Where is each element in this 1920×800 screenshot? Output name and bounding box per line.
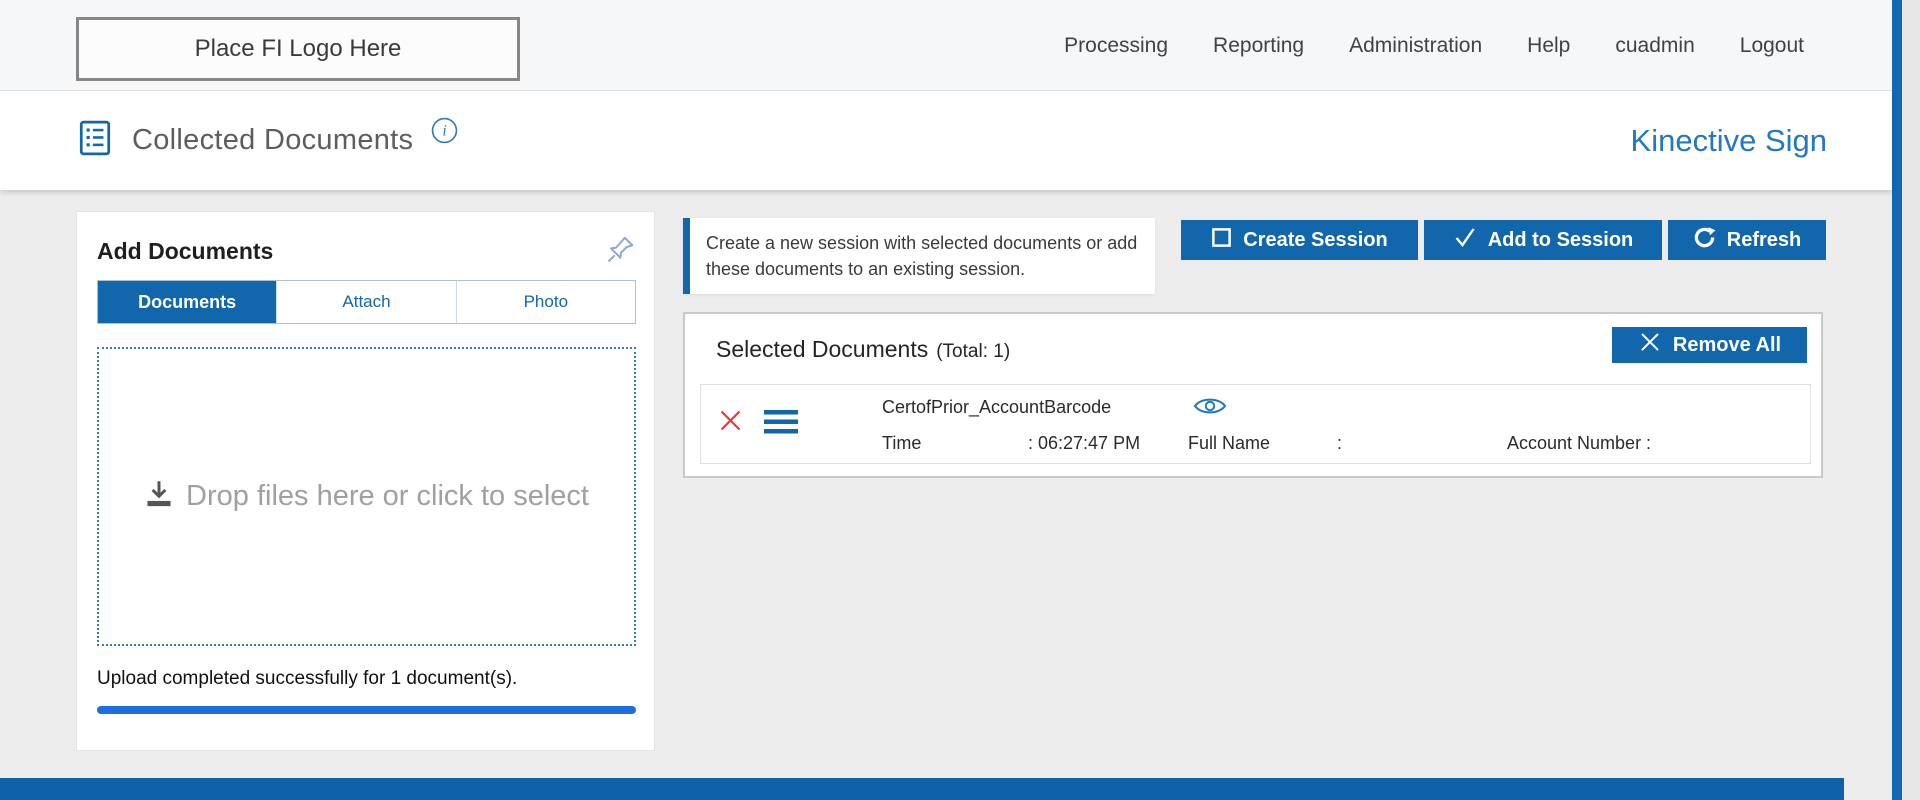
top-bar: Place FI Logo Here Processing Reporting … [0, 0, 1892, 91]
pin-icon[interactable] [606, 234, 636, 269]
selected-documents-total: (Total: 1) [936, 341, 1010, 363]
create-session-label: Create Session [1243, 229, 1388, 252]
account-number-label: Account Number : [1507, 433, 1651, 454]
collected-documents-icon [76, 119, 114, 162]
remove-all-label: Remove All [1673, 334, 1781, 357]
nav-reporting[interactable]: Reporting [1213, 34, 1304, 58]
download-icon [144, 479, 174, 514]
nav-logout[interactable]: Logout [1740, 34, 1804, 58]
page-title-group: Collected Documents i [76, 91, 458, 190]
nav-processing[interactable]: Processing [1064, 34, 1168, 58]
main-content: Add Documents Documents Attach Photo [0, 190, 1892, 800]
svg-text:i: i [443, 122, 447, 139]
document-row: CertofPrior_AccountBarcode Time : 06:27:… [700, 384, 1811, 464]
fi-logo-text: Place FI Logo Here [195, 35, 402, 63]
tab-photo[interactable]: Photo [456, 281, 635, 323]
refresh-icon [1693, 226, 1716, 255]
vertical-scrollbar[interactable] [1892, 0, 1902, 800]
nav-help[interactable]: Help [1527, 34, 1570, 58]
nav-user-cuadmin[interactable]: cuadmin [1615, 34, 1694, 58]
page-title: Collected Documents [132, 124, 413, 157]
file-dropzone[interactable]: Drop files here or click to select [97, 347, 636, 646]
add-to-session-label: Add to Session [1488, 229, 1634, 252]
dropzone-text: Drop files here or click to select [186, 480, 589, 513]
tab-documents[interactable]: Documents [98, 281, 276, 323]
time-value: : 06:27:47 PM [1028, 433, 1140, 454]
x-icon [1638, 330, 1662, 360]
add-to-session-button[interactable]: Add to Session [1424, 220, 1662, 260]
top-nav: Processing Reporting Administration Help… [1064, 0, 1804, 91]
square-icon [1211, 227, 1232, 254]
add-documents-tabs: Documents Attach Photo [97, 280, 636, 324]
nav-administration[interactable]: Administration [1349, 34, 1482, 58]
brand-kinective-sign: Kinective Sign [1631, 91, 1827, 190]
session-note-text: Create a new session with selected docum… [706, 233, 1137, 279]
session-note: Create a new session with selected docum… [683, 218, 1155, 294]
create-session-button[interactable]: Create Session [1181, 220, 1418, 260]
footer-bar [0, 778, 1844, 800]
add-documents-title: Add Documents [97, 238, 273, 265]
upload-status-text: Upload completed successfully for 1 docu… [97, 668, 517, 690]
fi-logo-placeholder: Place FI Logo Here [76, 17, 520, 81]
delete-document-icon[interactable] [717, 407, 744, 439]
upload-progress-bar [97, 706, 636, 714]
tab-attach[interactable]: Attach [276, 281, 455, 323]
selected-documents-panel: Selected Documents (Total: 1) Remove All [683, 312, 1823, 478]
selected-documents-header: Selected Documents (Total: 1) [716, 336, 1010, 363]
refresh-label: Refresh [1727, 229, 1801, 252]
app-window: Place FI Logo Here Processing Reporting … [0, 0, 1892, 800]
info-icon[interactable]: i [431, 117, 458, 149]
add-documents-card: Add Documents Documents Attach Photo [76, 211, 655, 751]
refresh-button[interactable]: Refresh [1668, 220, 1826, 260]
selected-documents-title: Selected Documents [716, 336, 928, 363]
full-name-value: : [1337, 433, 1342, 454]
preview-eye-icon[interactable] [1193, 395, 1227, 422]
document-name: CertofPrior_AccountBarcode [882, 397, 1111, 418]
check-icon [1453, 225, 1477, 255]
remove-all-button[interactable]: Remove All [1612, 327, 1807, 363]
session-actions: Create Session Add to Session Refresh [1181, 220, 1826, 260]
drag-handle-icon[interactable] [764, 409, 798, 440]
full-name-label: Full Name [1188, 433, 1270, 454]
sub-header: Collected Documents i Kinective Sign [0, 91, 1892, 190]
time-label: Time [882, 433, 921, 454]
